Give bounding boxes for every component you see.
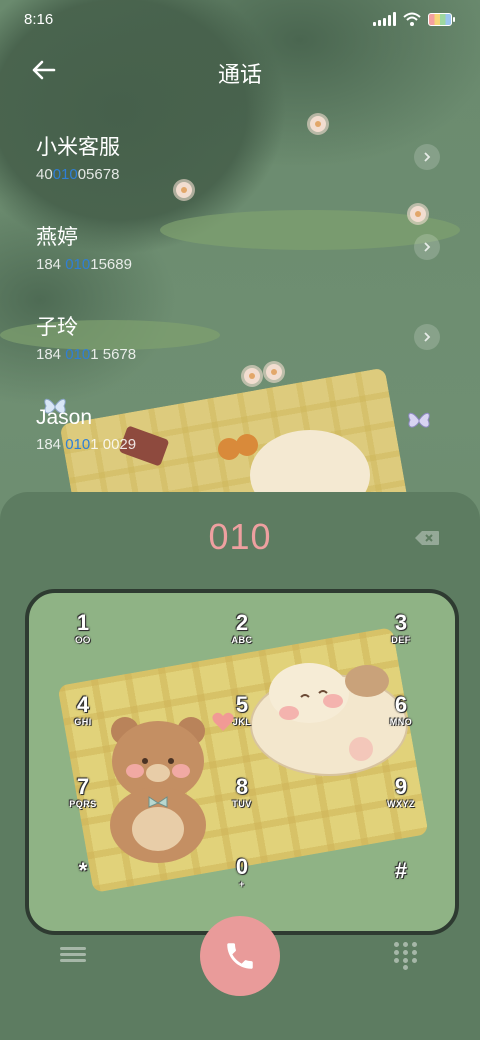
contact-number: 184 01015689	[36, 256, 132, 273]
contact-item[interactable]: Jason 184 0101 0029	[36, 404, 456, 484]
call-button[interactable]	[200, 916, 280, 996]
dial-key-star[interactable]: *	[53, 859, 113, 915]
dialed-number[interactable]: 010	[0, 516, 480, 558]
dialpad: 1 ⭘⭘ 2 ABC 3 DEF 4 GHI 5 JKL 6 MNO 7 PQRS 8 TUV …	[25, 589, 459, 935]
contact-number: 184 0101 0029	[36, 436, 137, 453]
voicemail-icon: ⭘⭘	[75, 635, 91, 645]
contact-number: 184 0101 5678	[36, 346, 137, 363]
backspace-icon[interactable]	[414, 530, 440, 546]
dial-key-9[interactable]: 9 WXYZ	[371, 775, 431, 831]
dial-key-8[interactable]: 8 TUV	[212, 775, 272, 831]
dial-key-hash[interactable]: #	[371, 859, 431, 915]
contact-item[interactable]: 子玲 184 0101 5678	[36, 314, 456, 394]
contact-name: 子玲	[36, 316, 78, 339]
dial-key-3[interactable]: 3 DEF	[371, 611, 431, 667]
dial-key-4[interactable]: 4 GHI	[53, 693, 113, 749]
chevron-right-icon[interactable]	[414, 144, 440, 170]
wifi-icon	[403, 12, 421, 26]
page-title: 通话	[217, 62, 262, 87]
dial-key-7[interactable]: 7 PQRS	[53, 775, 113, 831]
status-bar: 8:16	[0, 0, 480, 40]
contact-item[interactable]: 燕婷 184 01015689	[36, 224, 456, 304]
dial-key-0[interactable]: 0 +	[212, 855, 272, 911]
status-icons	[373, 12, 455, 26]
dial-key-1[interactable]: 1 ⭘⭘	[53, 611, 113, 667]
contact-item[interactable]: 小米客服 4001005678	[36, 134, 456, 214]
menu-icon[interactable]	[60, 944, 86, 966]
contact-name: Jason	[36, 406, 93, 429]
phone-icon	[227, 943, 253, 969]
battery-icon	[428, 12, 455, 26]
chevron-right-icon[interactable]	[414, 324, 440, 350]
dial-key-5[interactable]: 5 JKL	[212, 693, 272, 749]
contact-name: 小米客服	[36, 136, 120, 159]
dialpad-toggle-icon[interactable]	[394, 942, 418, 970]
contact-name: 燕婷	[36, 226, 78, 249]
contact-number: 4001005678	[36, 166, 120, 183]
status-time: 8:16	[24, 11, 54, 28]
signal-icon	[373, 12, 396, 26]
flower-decoration	[310, 116, 326, 132]
bear-illustration	[110, 717, 206, 863]
dial-key-2[interactable]: 2 ABC	[212, 611, 272, 667]
dial-key-6[interactable]: 6 MNO	[371, 693, 431, 749]
chevron-right-icon[interactable]	[414, 234, 440, 260]
